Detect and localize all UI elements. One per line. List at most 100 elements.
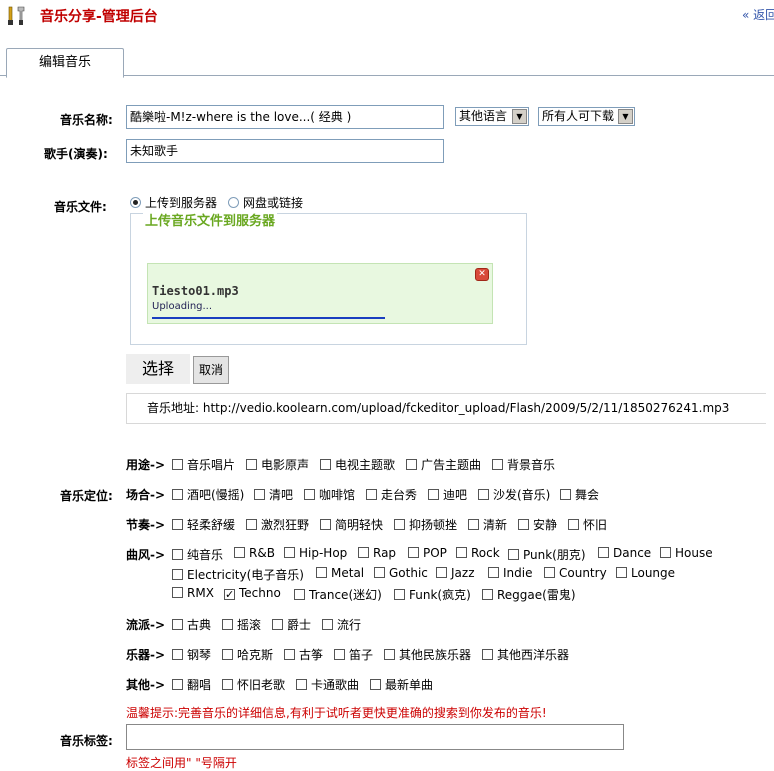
checkbox-icon [294, 589, 305, 600]
checkbox-option[interactable]: Trance(迷幻) [294, 586, 382, 603]
checkbox-option[interactable]: 纯音乐 [172, 546, 223, 563]
checkbox-icon [334, 649, 345, 660]
checkbox-option[interactable]: 抑扬顿挫 [394, 516, 457, 533]
music-name-input[interactable]: 酷樂啦-M!z-where is the love...( 经典 ) [126, 105, 444, 129]
checkbox-option[interactable]: 电视主题歌 [320, 456, 395, 473]
checkbox-option[interactable]: 翻唱 [172, 676, 211, 693]
close-icon[interactable]: ✕ [475, 268, 489, 281]
checkbox-option[interactable]: 轻柔舒缓 [172, 516, 235, 533]
checkbox-option[interactable]: 清新 [468, 516, 507, 533]
language-select[interactable]: 其他语言 ▼ [455, 107, 529, 126]
dropdown-arrow-icon: ▼ [512, 109, 527, 124]
checkbox-option[interactable]: 电影原声 [246, 456, 309, 473]
checkbox-option[interactable]: Lounge [616, 566, 675, 580]
checkbox-icon [272, 619, 283, 630]
choose-file-button[interactable]: 选择 [126, 354, 190, 384]
checkbox-icon [374, 567, 385, 578]
radio-upload[interactable]: 上传到服务器 [130, 194, 217, 211]
checkbox-option[interactable]: 古典 [172, 616, 211, 633]
checkbox-option[interactable]: 哈克斯 [222, 646, 273, 663]
checkbox-option[interactable]: 钢琴 [172, 646, 211, 663]
checkbox-option[interactable]: Gothic [374, 566, 428, 580]
checkbox-option[interactable]: 酒吧(慢摇) [172, 486, 244, 503]
group-label: 场合-> [126, 488, 166, 502]
checkbox-icon [456, 547, 467, 558]
checkbox-icon [222, 619, 233, 630]
cancel-upload-button[interactable]: 取消 [193, 356, 229, 384]
checkbox-icon [598, 547, 609, 558]
checkbox-option[interactable]: 背景音乐 [492, 456, 555, 473]
checkbox-icon [616, 567, 627, 578]
checkbox-checked-icon: ✓ [224, 588, 235, 601]
checkbox-option[interactable]: R&B [234, 546, 275, 560]
checkbox-option[interactable]: 其他民族乐器 [384, 646, 471, 663]
checkbox-option[interactable]: 最新单曲 [370, 676, 433, 693]
music-file-label: 音乐文件: [54, 200, 107, 214]
checkbox-icon [222, 679, 233, 690]
tip-text: 温馨提示:完善音乐的详细信息,有利于试听者更快更准确的搜索到你发布的音乐! [126, 706, 547, 720]
checkbox-icon [172, 519, 183, 530]
checkbox-option[interactable]: 激烈狂野 [246, 516, 309, 533]
checkbox-icon [482, 649, 493, 660]
checkbox-option[interactable]: 迪吧 [428, 486, 467, 503]
checkbox-option[interactable]: 安静 [518, 516, 557, 533]
group-label: 用途-> [126, 458, 166, 472]
checkbox-option[interactable]: Rock [456, 546, 500, 560]
checkbox-option[interactable]: 爵士 [272, 616, 311, 633]
checkbox-icon [428, 489, 439, 500]
checkbox-icon [394, 519, 405, 530]
checkbox-option[interactable]: RMX [172, 586, 214, 600]
upload-file-name: Tiesto01.mp3 [152, 284, 239, 298]
language-select-value: 其他语言 [459, 109, 508, 123]
group-label: 曲风-> [126, 548, 166, 562]
checkbox-option[interactable]: 广告主题曲 [406, 456, 481, 473]
checkbox-option[interactable]: Rap [358, 546, 396, 560]
checkbox-icon [172, 459, 183, 470]
download-permission-select[interactable]: 所有人可下载 ▼ [538, 107, 635, 126]
checkbox-option[interactable]: House [660, 546, 713, 560]
checkbox-option[interactable]: Dance [598, 546, 651, 560]
checkbox-option[interactable]: 怀旧老歌 [222, 676, 285, 693]
checkbox-option[interactable]: 其他西洋乐器 [482, 646, 569, 663]
checkbox-option[interactable]: Electricity(电子音乐) [172, 566, 304, 583]
checkbox-option[interactable]: 音乐唱片 [172, 456, 235, 473]
checkbox-icon [246, 459, 257, 470]
checkbox-option[interactable]: 怀旧 [568, 516, 607, 533]
checkbox-option[interactable]: 笛子 [334, 646, 373, 663]
checkbox-option[interactable]: 流行 [322, 616, 361, 633]
checkbox-option[interactable]: 摇滚 [222, 616, 261, 633]
checkbox-icon [488, 567, 499, 578]
checkbox-option[interactable]: Indie [488, 566, 532, 580]
singer-label: 歌手(演奏): [44, 147, 108, 161]
checkbox-option[interactable]: 卡通歌曲 [296, 676, 359, 693]
checkbox-option[interactable]: Funk(疯克) [394, 586, 471, 603]
checkbox-icon [408, 547, 419, 558]
checkbox-option[interactable]: Reggae(雷鬼) [482, 586, 576, 603]
radio-checked-icon [130, 197, 141, 208]
checkbox-icon [492, 459, 503, 470]
page-title: 音乐分享-管理后台 [40, 9, 158, 25]
tab-edit-music[interactable]: 编辑音乐 [6, 48, 124, 78]
checkbox-option[interactable]: POP [408, 546, 447, 560]
upload-progress-bar [152, 317, 385, 319]
music-name-label: 音乐名称: [60, 113, 113, 127]
checkbox-option[interactable]: Punk(朋克) [508, 546, 586, 563]
checkbox-option[interactable]: 古筝 [284, 646, 323, 663]
checkbox-option[interactable]: Country [544, 566, 607, 580]
checkbox-option[interactable]: ✓ Techno [224, 586, 281, 600]
checkbox-option[interactable]: 咖啡馆 [304, 486, 355, 503]
checkbox-option[interactable]: 舞会 [560, 486, 599, 503]
checkbox-option[interactable]: 沙发(音乐) [478, 486, 550, 503]
music-tag-input[interactable] [126, 724, 624, 750]
checkbox-option[interactable]: 走台秀 [366, 486, 417, 503]
checkbox-option[interactable]: Metal [316, 566, 364, 580]
back-link[interactable]: « 返回 [742, 6, 774, 23]
checkbox-icon [172, 649, 183, 660]
checkbox-option[interactable]: 简明轻快 [320, 516, 383, 533]
checkbox-option[interactable]: Hip-Hop [284, 546, 347, 560]
checkbox-option[interactable]: 清吧 [254, 486, 293, 503]
radio-link[interactable]: 网盘或链接 [228, 194, 303, 211]
checkbox-option[interactable]: Jazz [436, 566, 475, 580]
checkbox-icon [322, 619, 333, 630]
singer-input[interactable]: 未知歌手 [126, 139, 444, 163]
